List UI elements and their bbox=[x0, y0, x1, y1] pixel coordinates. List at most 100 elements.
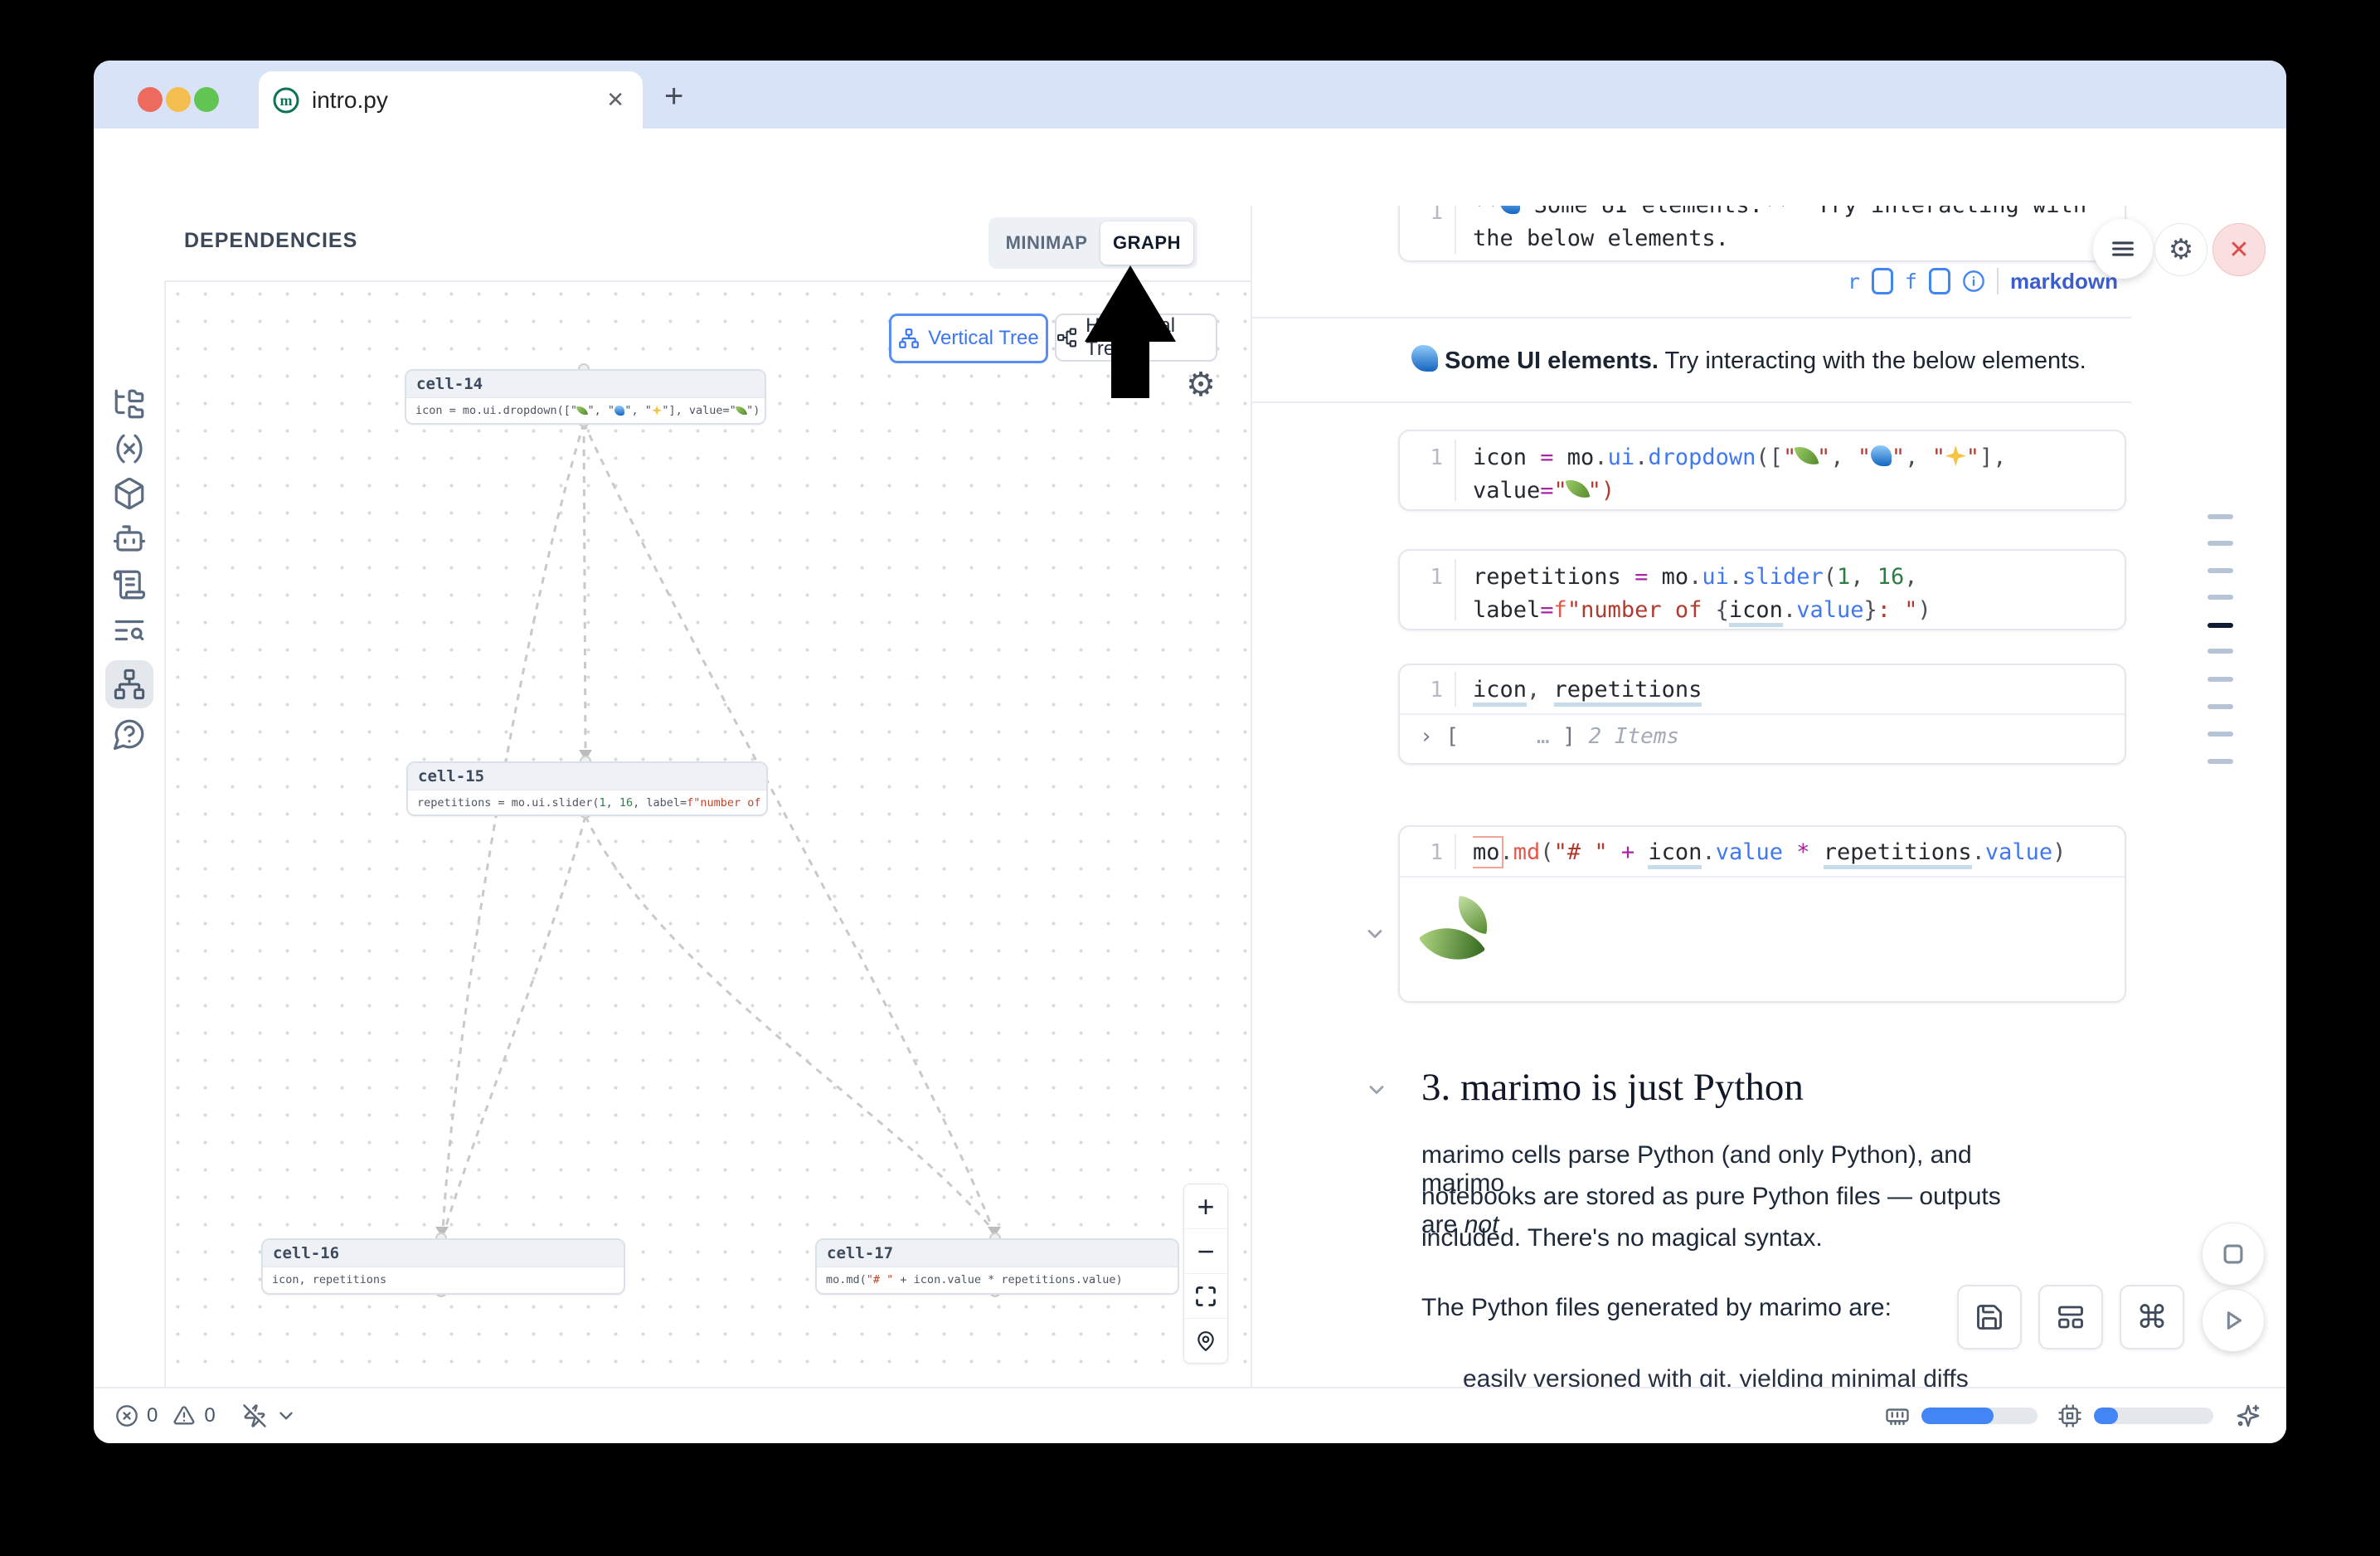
cell-minimap-dash[interactable] bbox=[2208, 704, 2233, 709]
save-button[interactable] bbox=[1957, 1285, 2022, 1349]
node-code: icon = mo.ui.dropdown(["", "", ""], valu… bbox=[406, 398, 765, 423]
run-button[interactable] bbox=[2202, 1289, 2265, 1352]
vertical-tree-icon bbox=[898, 328, 920, 349]
tab-graph[interactable]: GRAPH bbox=[1100, 221, 1193, 265]
dependency-graph-icon bbox=[113, 668, 146, 701]
vertical-tree-button[interactable]: Vertical Tree bbox=[889, 314, 1048, 363]
status-right bbox=[1885, 1388, 2261, 1443]
language-badge[interactable]: markdown bbox=[2010, 269, 2118, 294]
browser-toolbar: localhost:2718 Guest bbox=[94, 129, 2286, 206]
cell-minimap-dash[interactable] bbox=[2208, 514, 2233, 519]
cell-language-footer: r f markdown bbox=[1398, 264, 2123, 299]
cpu-icon bbox=[2057, 1403, 2082, 1428]
dependencies-header: DEPENDENCIES MINIMAP GRAPH ✕ bbox=[164, 206, 1251, 282]
dependencies-tab-active[interactable] bbox=[105, 660, 153, 708]
warnings-icon[interactable] bbox=[172, 1404, 196, 1427]
line-number: 1 bbox=[1400, 836, 1443, 869]
stop-button[interactable] bbox=[2202, 1223, 2265, 1286]
zoom-controls: + − bbox=[1183, 1184, 1228, 1364]
paragraph: The Python files generated by marimo are… bbox=[1421, 1294, 2018, 1322]
cell-minimap-dash[interactable] bbox=[2208, 732, 2233, 737]
command-palette-button[interactable]: ⌘ bbox=[2120, 1285, 2184, 1349]
layout-toggle-button[interactable] bbox=[2038, 1285, 2103, 1349]
cell-minimap-dash[interactable] bbox=[2208, 595, 2233, 600]
gutter-divider bbox=[1455, 440, 1456, 501]
tab-minimap[interactable]: MINIMAP bbox=[993, 232, 1100, 254]
cell-refs[interactable]: 1 icon, repetitions › [ … ] 2 Items bbox=[1398, 664, 2126, 765]
cell-md-expression[interactable]: 1 mo.md("# " + icon.value * repetitions.… bbox=[1398, 825, 2126, 1003]
cell-minimap-dash[interactable] bbox=[2208, 541, 2233, 546]
line-number: 1 bbox=[1400, 441, 1443, 474]
cell-minimap-dash[interactable] bbox=[2208, 759, 2233, 764]
file-explorer-icon[interactable] bbox=[112, 387, 147, 421]
snippets-search-icon[interactable] bbox=[112, 613, 147, 648]
activity-sidebar bbox=[94, 206, 166, 1388]
ram-usage-bar bbox=[1921, 1408, 2038, 1424]
browser-tab[interactable]: m intro.py ✕ bbox=[259, 71, 643, 129]
status-bar: 0 0 bbox=[94, 1387, 2286, 1443]
browser-tab-strip: m intro.py ✕ + bbox=[94, 61, 2286, 129]
cell-markdown-intro[interactable]: 1 ** Some UI elements.** Try interacting… bbox=[1398, 206, 2126, 262]
notebook-settings-button[interactable]: ⚙ bbox=[2154, 223, 2208, 276]
window-minimize-button[interactable] bbox=[166, 87, 191, 112]
cell-minimap-dash[interactable] bbox=[2208, 568, 2233, 573]
chevron-down-icon[interactable] bbox=[275, 1405, 297, 1427]
notebook-panel: 1 ** Some UI elements.** Try interacting… bbox=[1251, 206, 2286, 1388]
autorun-disabled-icon[interactable] bbox=[242, 1403, 267, 1428]
horizontal-tree-button[interactable]: Horizontal Tree bbox=[1055, 314, 1217, 362]
window-close-button[interactable] bbox=[138, 87, 163, 112]
cell-dropdown[interactable]: 1 icon = mo.ui.dropdown(["", "", ""], va… bbox=[1398, 430, 2126, 511]
node-title: cell-14 bbox=[406, 371, 765, 398]
help-icon[interactable] bbox=[112, 717, 147, 751]
output-collapse-chevron-icon[interactable] bbox=[1363, 922, 1387, 946]
cell-minimap-dash[interactable] bbox=[2208, 649, 2233, 654]
graph-node-cell-14[interactable]: cell-14 icon = mo.ui.dropdown(["", "", "… bbox=[405, 369, 766, 425]
array-output[interactable]: › [ … ] 2 Items bbox=[1420, 720, 2113, 753]
logs-icon[interactable] bbox=[112, 567, 147, 602]
new-tab-button[interactable]: + bbox=[664, 82, 683, 110]
clipped-list-item: easily versioned with git, yielding mini… bbox=[1463, 1365, 2060, 1388]
locate-node-button[interactable] bbox=[1184, 1319, 1227, 1363]
graph-settings-icon[interactable]: ⚙ bbox=[1183, 367, 1219, 403]
ai-sparkle-icon[interactable] bbox=[2235, 1403, 2261, 1429]
zoom-in-button[interactable]: + bbox=[1184, 1184, 1227, 1229]
gutter-divider bbox=[1455, 672, 1456, 707]
graph-node-cell-16[interactable]: cell-16 icon, repetitions bbox=[261, 1238, 625, 1295]
graph-node-cell-17[interactable]: cell-17 mo.md("# " + icon.value * repeti… bbox=[815, 1238, 1179, 1295]
gutter-divider bbox=[1455, 206, 1456, 254]
gutter-divider bbox=[1455, 834, 1456, 869]
ai-assistant-icon[interactable] bbox=[112, 521, 147, 556]
tab-title: intro.py bbox=[312, 87, 606, 114]
line-number: 1 bbox=[1400, 673, 1443, 707]
run-shortcut-label: r bbox=[1848, 270, 1860, 294]
cell-slider[interactable]: 1 repetitions = mo.ui.slider(1, 16, labe… bbox=[1398, 549, 2126, 630]
section-collapse-chevron-icon[interactable] bbox=[1365, 1078, 1388, 1101]
paragraph-line: notebooks are stored as pure Python file… bbox=[1421, 1183, 2018, 1224]
desktop-background: m intro.py ✕ + localhost:2718 bbox=[0, 0, 2380, 1556]
cell-info-icon[interactable] bbox=[1962, 270, 1985, 293]
zoom-out-button[interactable]: − bbox=[1184, 1229, 1227, 1274]
graph-canvas[interactable]: cell-14 icon = mo.ui.dropdown(["", "", "… bbox=[164, 280, 1251, 1388]
layout-icon bbox=[2056, 1302, 2086, 1332]
fit-view-button[interactable] bbox=[1184, 1274, 1227, 1319]
window-zoom-button[interactable] bbox=[194, 87, 219, 112]
shutdown-button[interactable]: ✕ bbox=[2212, 223, 2266, 276]
notebook-menu-button[interactable] bbox=[2093, 219, 2153, 279]
marimo-favicon: m bbox=[272, 86, 300, 114]
errors-icon[interactable] bbox=[115, 1404, 138, 1427]
ram-usage-fill bbox=[1921, 1408, 1994, 1424]
code-line: ** Some UI elements.** Try interacting w… bbox=[1473, 206, 2113, 222]
leaf-emoji-output bbox=[1423, 898, 1494, 970]
cell-minimap-dash-active[interactable] bbox=[2208, 623, 2233, 628]
code-line: icon, repetitions bbox=[1473, 673, 2113, 707]
code-line: icon = mo.ui.dropdown(["", "", ""], bbox=[1473, 441, 2113, 474]
play-icon bbox=[2219, 1306, 2247, 1335]
tab-close-icon[interactable]: ✕ bbox=[606, 87, 624, 113]
gutter-divider bbox=[1455, 559, 1456, 620]
graph-node-cell-15[interactable]: cell-15 repetitions = mo.ui.slider(1, 16… bbox=[406, 761, 768, 816]
cell-minimap-dash[interactable] bbox=[2208, 677, 2233, 682]
cell-output-divider bbox=[1400, 876, 2125, 878]
code-line: label=f"number of {icon.value}: ") bbox=[1473, 594, 2113, 627]
variables-icon[interactable] bbox=[112, 431, 147, 466]
packages-icon[interactable] bbox=[112, 476, 147, 511]
